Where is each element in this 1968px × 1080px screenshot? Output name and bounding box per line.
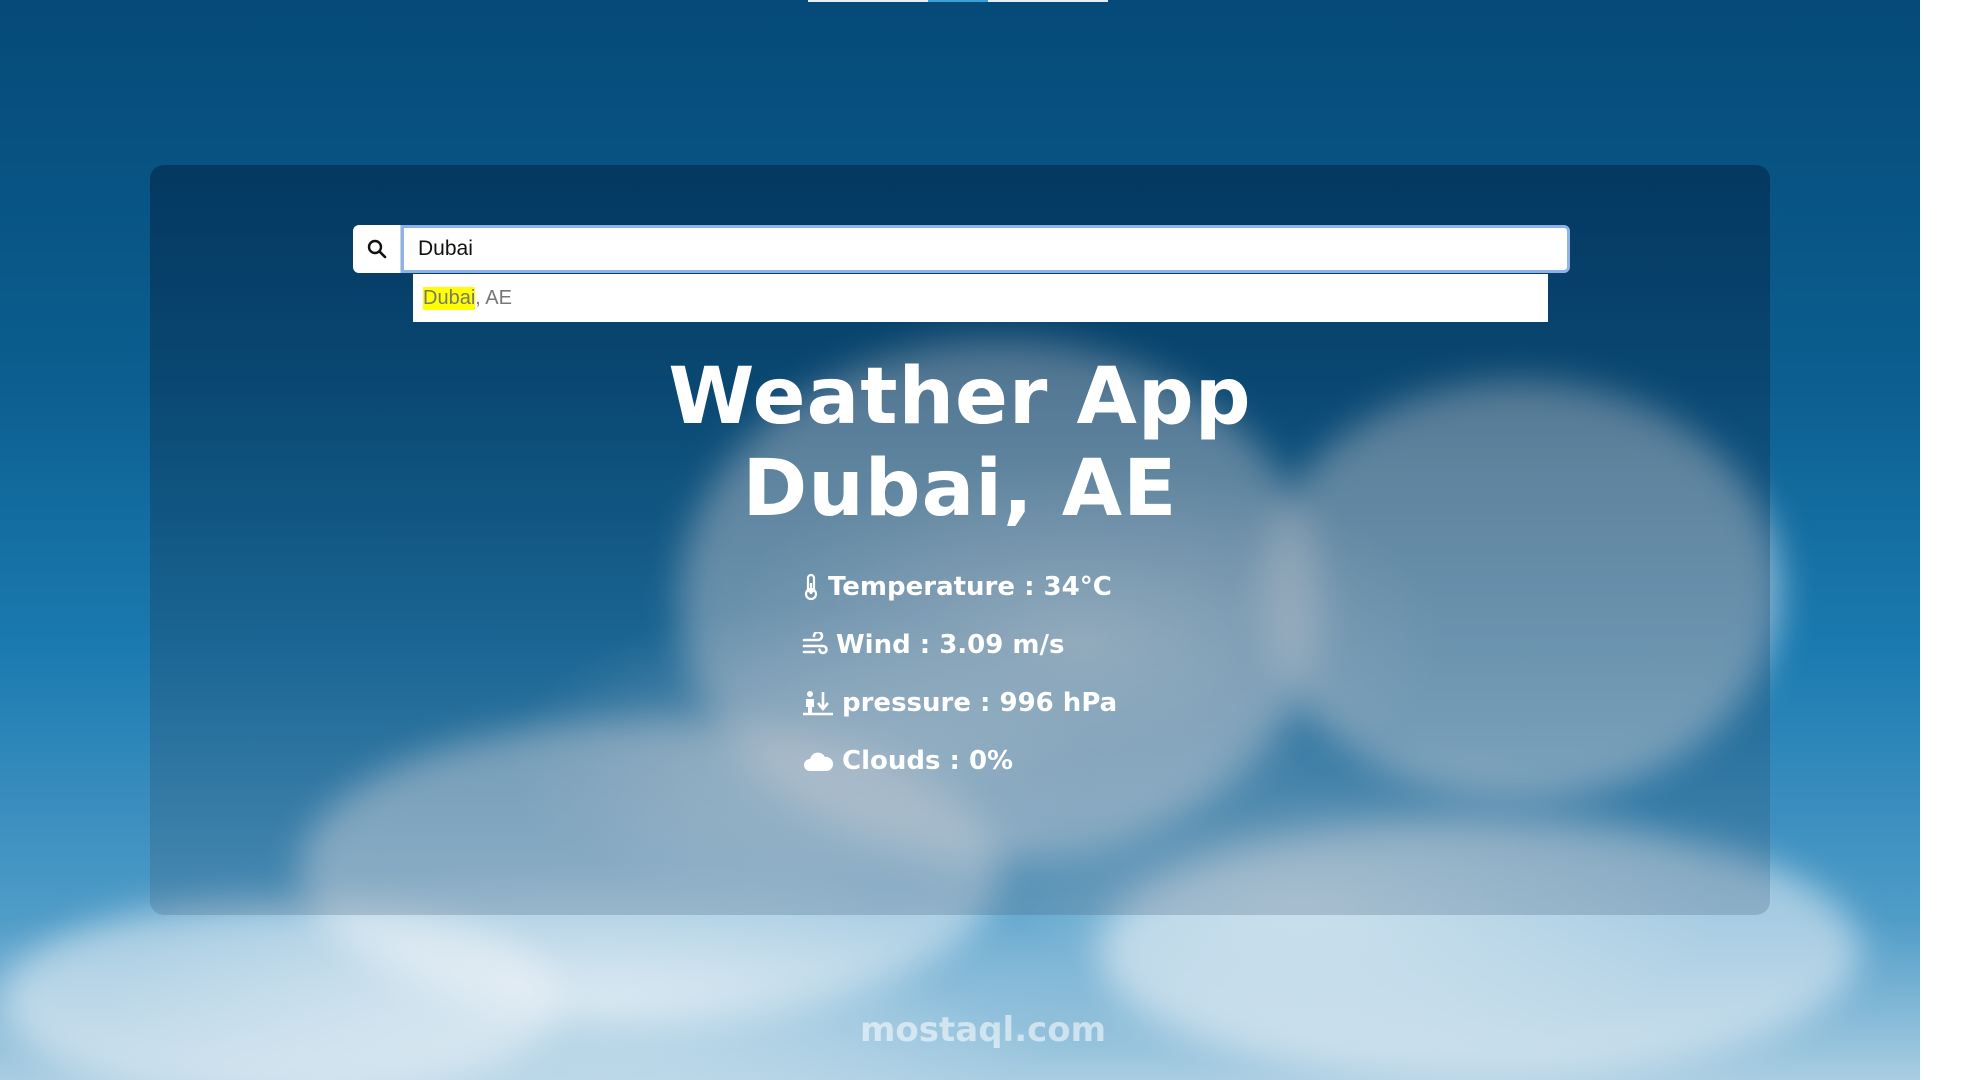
weather-stats: Temperature : 34°C Wind : 3.09 m/s press… [802, 558, 1117, 790]
search-icon [367, 239, 386, 259]
suggestion-rest-text: , AE [475, 286, 512, 309]
app-title: Weather App [668, 352, 1252, 442]
search-bar [353, 225, 1570, 273]
search-button[interactable] [353, 225, 401, 273]
stat-pressure-label: pressure : 996 hPa [842, 688, 1118, 718]
city-name: Dubai, AE [742, 444, 1178, 534]
stat-pressure: pressure : 996 hPa [802, 674, 1117, 732]
stat-clouds: Clouds : 0% [802, 732, 1117, 790]
suggestion-match-text: Dubai [423, 286, 476, 310]
stat-wind: Wind : 3.09 m/s [802, 616, 1117, 674]
top-tab-active[interactable] [928, 0, 988, 2]
stat-temperature: Temperature : 34°C [802, 558, 1117, 616]
thermometer-icon [804, 573, 818, 601]
watermark: mostaql.com [860, 1010, 1107, 1050]
top-tab-strip [808, 0, 1108, 2]
autocomplete-suggestion[interactable]: Dubai, AE [413, 274, 1548, 322]
top-tab[interactable] [988, 0, 1108, 2]
stat-temperature-label: Temperature : 34°C [828, 572, 1112, 602]
stat-wind-label: Wind : 3.09 m/s [836, 630, 1065, 660]
page: Dubai, AE Weather App Dubai, AE Temperat… [0, 0, 1968, 1080]
cloud-icon [804, 752, 834, 771]
top-tab[interactable] [808, 0, 928, 2]
pressure-icon [803, 691, 833, 716]
wind-icon [802, 632, 828, 655]
stat-clouds-label: Clouds : 0% [842, 746, 1014, 776]
search-input[interactable] [401, 225, 1570, 273]
